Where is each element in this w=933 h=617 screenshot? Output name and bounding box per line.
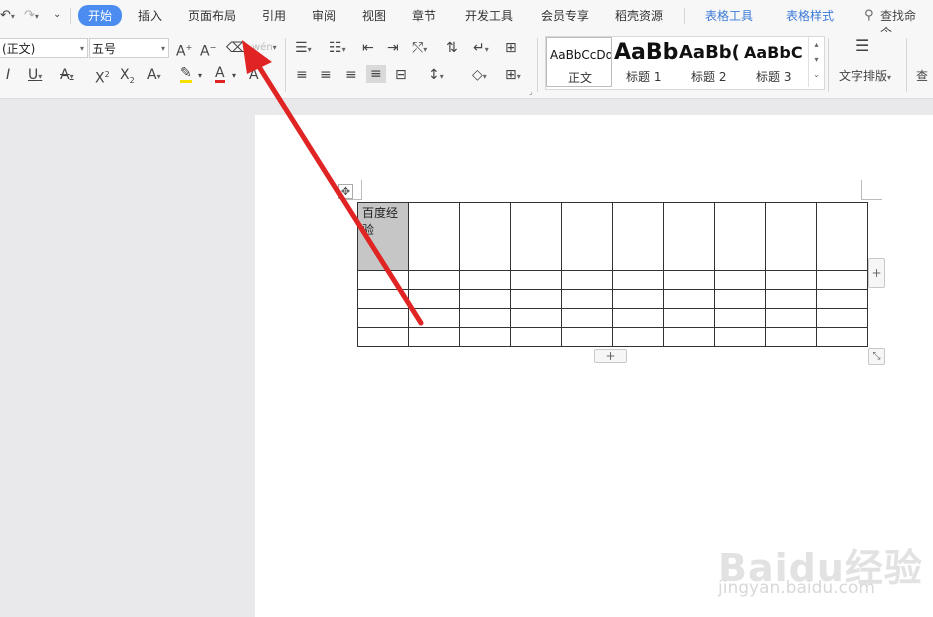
annotation-arrow [242, 40, 424, 326]
